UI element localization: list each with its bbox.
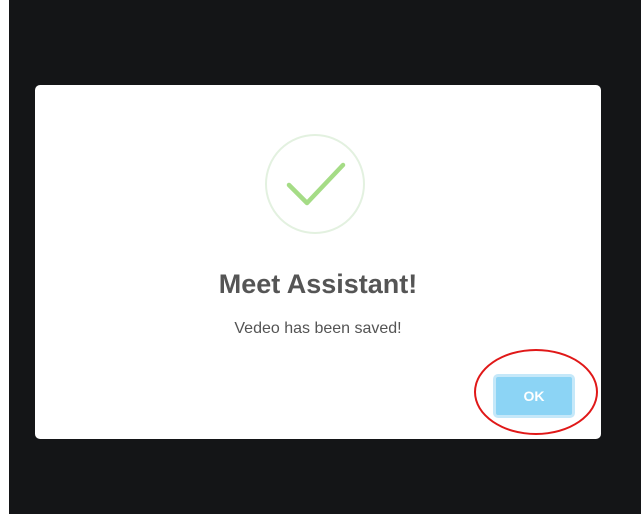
ok-button[interactable]: OK	[493, 374, 575, 418]
dialog-message: Vedeo has been saved!	[234, 320, 402, 337]
success-dialog: Meet Assistant! Vedeo has been saved! OK	[35, 85, 601, 439]
dialog-title: Meet Assistant!	[218, 269, 418, 299]
checkmark-success-icon	[265, 134, 365, 234]
